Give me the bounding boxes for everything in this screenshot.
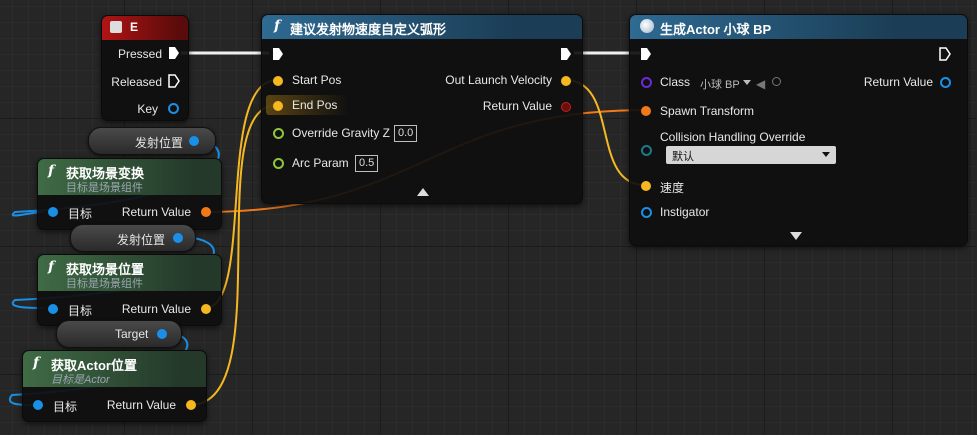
speed-label: 速度 bbox=[660, 181, 685, 195]
collision-label: Collision Handling Override bbox=[660, 130, 806, 144]
spawn-icon bbox=[640, 19, 654, 33]
keyboard-icon bbox=[110, 21, 122, 33]
spawn-transform-pin[interactable] bbox=[641, 106, 651, 116]
override-gravity-pin[interactable] bbox=[273, 128, 284, 139]
class-dropdown[interactable]: 小球 BP bbox=[700, 76, 740, 92]
var-fire-pos-1-label: 发射位置 bbox=[135, 136, 184, 150]
arc-param-label: Arc Param bbox=[292, 156, 349, 170]
suggest-arc-exec-out-pin[interactable] bbox=[560, 47, 572, 61]
get-scene-location-target-pin[interactable] bbox=[48, 304, 58, 314]
spawn-actor-exec-in-pin[interactable] bbox=[640, 47, 652, 61]
back-arrow-icon[interactable]: ◀ bbox=[756, 77, 765, 91]
speed-pin[interactable] bbox=[641, 181, 651, 191]
end-pos-label: End Pos bbox=[292, 98, 338, 112]
spawn-actor-title: 生成Actor 小球 BP bbox=[660, 22, 772, 37]
get-scene-transform-header[interactable]: f 获取场景变换 目标是场景组件 bbox=[38, 159, 221, 195]
instigator-label: Instigator bbox=[660, 205, 710, 219]
get-scene-location-return-pin[interactable] bbox=[201, 304, 211, 314]
get-actor-location-target-pin[interactable] bbox=[33, 400, 43, 410]
released-exec-pin[interactable] bbox=[168, 74, 180, 88]
arc-param-input[interactable]: 0.5 bbox=[355, 155, 379, 172]
collision-pin[interactable] bbox=[641, 145, 652, 156]
spawn-actor-header[interactable]: 生成Actor 小球 BP bbox=[630, 15, 967, 39]
suggest-arc-return-pin[interactable] bbox=[561, 102, 571, 112]
get-actor-location-return-pin[interactable] bbox=[186, 400, 196, 410]
start-pos-label: Start Pos bbox=[292, 73, 342, 87]
arc-param-pin[interactable] bbox=[273, 158, 284, 169]
get-actor-location-header[interactable]: f 获取Actor位置 目标是Actor bbox=[23, 351, 206, 387]
released-label: Released bbox=[111, 75, 162, 89]
get-scene-transform-node[interactable]: f 获取场景变换 目标是场景组件 目标 Return Value bbox=[37, 158, 222, 230]
out-velocity-label: Out Launch Velocity bbox=[445, 73, 552, 87]
chevron-down-icon bbox=[822, 152, 830, 157]
get-actor-location-node[interactable]: f 获取Actor位置 目标是Actor 目标 Return Value bbox=[22, 350, 207, 422]
suggest-arc-exec-in-pin[interactable] bbox=[272, 47, 284, 61]
spawn-actor-node[interactable]: 生成Actor 小球 BP Class 小球 BP ◀ Return Value… bbox=[629, 14, 968, 246]
end-pos-pin[interactable] bbox=[273, 101, 283, 111]
var-fire-pos-1[interactable]: 发射位置 bbox=[88, 127, 216, 155]
suggest-arc-node[interactable]: f 建议发射物速度自定义弧形 Start Pos End Pos Overrid… bbox=[261, 14, 583, 204]
function-icon: f bbox=[48, 259, 55, 275]
event-key-label: E bbox=[130, 20, 139, 34]
pressed-exec-pin[interactable] bbox=[168, 46, 180, 60]
function-icon: f bbox=[33, 355, 40, 371]
var-target-pin[interactable] bbox=[157, 329, 167, 339]
start-pos-pin[interactable] bbox=[273, 76, 283, 86]
get-scene-location-target-label: 目标 bbox=[68, 304, 93, 318]
out-velocity-pin[interactable] bbox=[561, 76, 571, 86]
get-scene-transform-target-label: 目标 bbox=[68, 207, 93, 221]
key-pin[interactable] bbox=[168, 103, 179, 114]
spawn-actor-return-pin[interactable] bbox=[940, 77, 951, 88]
key-label: Key bbox=[137, 102, 158, 116]
chevron-down-icon[interactable] bbox=[743, 80, 751, 85]
get-scene-transform-return-label: Return Value bbox=[121, 205, 191, 219]
get-scene-transform-subtitle: 目标是场景组件 bbox=[66, 182, 143, 194]
instigator-pin[interactable] bbox=[641, 207, 652, 218]
class-label: Class bbox=[660, 75, 691, 89]
get-scene-location-node[interactable]: f 获取场景位置 目标是场景组件 目标 Return Value bbox=[37, 254, 222, 326]
collision-dropdown-value: 默认 bbox=[672, 151, 694, 163]
var-fire-pos-2[interactable]: 发射位置 bbox=[70, 224, 196, 252]
collision-dropdown[interactable]: 默认 bbox=[666, 146, 836, 164]
var-target-label: Target bbox=[115, 327, 149, 341]
var-fire-pos-2-pin[interactable] bbox=[173, 233, 183, 243]
function-icon: f bbox=[48, 163, 55, 179]
get-scene-location-return-label: Return Value bbox=[121, 302, 191, 316]
var-fire-pos-2-label: 发射位置 bbox=[117, 233, 166, 247]
get-scene-transform-return-pin[interactable] bbox=[201, 207, 211, 217]
suggest-arc-title: 建议发射物速度自定义弧形 bbox=[290, 22, 447, 37]
var-fire-pos-1-pin[interactable] bbox=[189, 136, 199, 146]
pressed-label: Pressed bbox=[117, 47, 162, 61]
function-icon: f bbox=[274, 18, 281, 34]
event-e-node[interactable]: E Pressed Released Key bbox=[101, 15, 189, 121]
spawn-transform-label: Spawn Transform bbox=[660, 104, 755, 118]
get-scene-transform-target-pin[interactable] bbox=[48, 207, 58, 217]
expand-arrow-icon[interactable] bbox=[790, 232, 802, 240]
suggest-arc-return-label: Return Value bbox=[482, 99, 552, 113]
get-scene-location-header[interactable]: f 获取场景位置 目标是场景组件 bbox=[38, 255, 221, 291]
get-actor-location-target-label: 目标 bbox=[53, 400, 78, 414]
event-e-header[interactable]: E bbox=[102, 16, 188, 40]
var-target[interactable]: Target bbox=[56, 320, 182, 348]
suggest-arc-header[interactable]: f 建议发射物速度自定义弧形 bbox=[262, 15, 582, 39]
override-gravity-label: Override Gravity Z bbox=[292, 126, 391, 140]
class-pin[interactable] bbox=[641, 77, 652, 88]
get-actor-location-subtitle: 目标是Actor bbox=[51, 374, 110, 386]
spawn-actor-return-label: Return Value bbox=[863, 75, 933, 89]
override-gravity-input[interactable]: 0.0 bbox=[394, 125, 418, 142]
collapse-arrow-icon[interactable] bbox=[417, 187, 429, 196]
get-actor-location-return-label: Return Value bbox=[106, 398, 176, 412]
spawn-actor-exec-out-pin[interactable] bbox=[939, 47, 951, 61]
browse-icon[interactable] bbox=[772, 77, 781, 86]
get-scene-location-subtitle: 目标是场景组件 bbox=[66, 278, 143, 290]
